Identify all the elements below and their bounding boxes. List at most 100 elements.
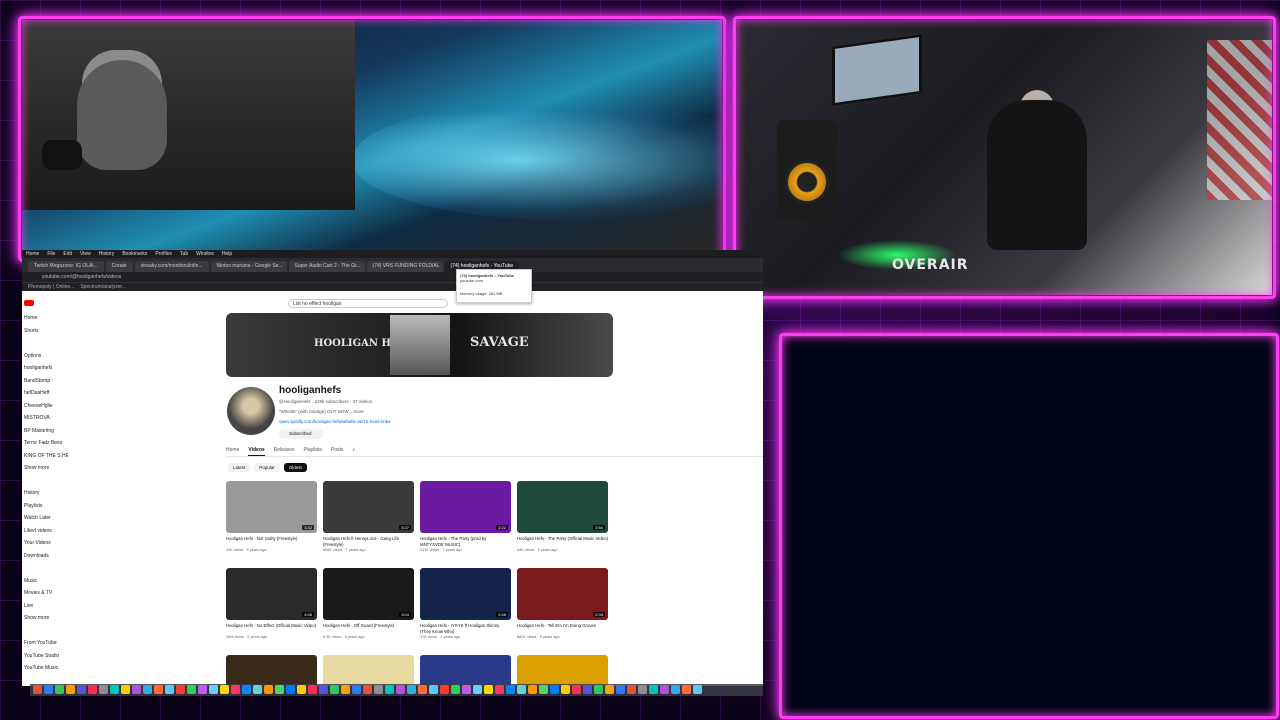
- video-card[interactable]: [226, 655, 317, 686]
- video-thumbnail[interactable]: 3:04: [323, 568, 414, 620]
- video-card[interactable]: 2:22 Hooligan Hefs - The Party (prod by M…: [420, 481, 511, 563]
- address-bar[interactable]: youtube.com/@hooliganhefs/videos: [22, 272, 763, 282]
- sidebar-item[interactable]: [22, 625, 68, 638]
- sidebar-item[interactable]: Liked videos: [22, 525, 68, 538]
- dock-app-icon[interactable]: [495, 685, 504, 694]
- video-title[interactable]: Hooligan Hefs - Tell Em I'm Doing Groves: [517, 623, 608, 634]
- video-thumbnail[interactable]: 4:06: [226, 568, 317, 620]
- dock-app-icon[interactable]: [429, 685, 438, 694]
- chip-popular[interactable]: Popular: [254, 463, 280, 472]
- sidebar-item[interactable]: Home: [22, 312, 68, 325]
- video-card[interactable]: 2:33 Hooligan Hefs - Tell Em I'm Doing Gr…: [517, 568, 608, 650]
- browser-tab[interactable]: Create: [105, 261, 133, 272]
- dock-app-icon[interactable]: [297, 685, 306, 694]
- dock-app-icon[interactable]: [121, 685, 130, 694]
- menubar-item[interactable]: Window: [196, 251, 214, 257]
- sidebar-item[interactable]: hefDaaHeff: [22, 387, 68, 400]
- video-card[interactable]: [517, 655, 608, 686]
- search-input[interactable]: List no effect hooligan: [288, 299, 448, 308]
- dock-app-icon[interactable]: [33, 685, 42, 694]
- sidebar-item[interactable]: YouTube Music: [22, 662, 68, 675]
- dock-app-icon[interactable]: [506, 685, 515, 694]
- sidebar-item[interactable]: BandStomp: [22, 375, 68, 388]
- dock-app-icon[interactable]: [154, 685, 163, 694]
- dock-app-icon[interactable]: [330, 685, 339, 694]
- video-card[interactable]: 3:42 Hooligan Hefs - Not Guilty (Freestyl…: [226, 481, 317, 563]
- dock-app-icon[interactable]: [649, 685, 658, 694]
- bookmark-item[interactable]: Phonopoly | Online...: [28, 284, 74, 290]
- video-title[interactable]: Hooligan Hefs - Off Guard (Freestyle): [323, 623, 414, 634]
- dock-app-icon[interactable]: [594, 685, 603, 694]
- dock-app-icon[interactable]: [616, 685, 625, 694]
- sidebar-item[interactable]: YouTube Studio: [22, 650, 68, 663]
- dock-app-icon[interactable]: [77, 685, 86, 694]
- dock-app-icon[interactable]: [682, 685, 691, 694]
- chip-oldest[interactable]: Oldest: [283, 463, 307, 472]
- browser-tab[interactable]: Nintoo mariana - Google Se...: [210, 261, 287, 272]
- video-thumbnail[interactable]: [323, 655, 414, 686]
- video-thumbnail[interactable]: [420, 655, 511, 686]
- dock-app-icon[interactable]: [550, 685, 559, 694]
- sidebar-item[interactable]: Music: [22, 575, 68, 588]
- sidebar-item[interactable]: Movies & TV: [22, 587, 68, 600]
- dock-app-icon[interactable]: [231, 685, 240, 694]
- menubar-item[interactable]: View: [80, 251, 91, 257]
- youtube-logo-icon[interactable]: [24, 300, 34, 306]
- tab-home[interactable]: Home: [226, 447, 239, 456]
- dock-app-icon[interactable]: [253, 685, 262, 694]
- dock-app-icon[interactable]: [341, 685, 350, 694]
- menubar-item[interactable]: Tab: [180, 251, 188, 257]
- dock-app-icon[interactable]: [132, 685, 141, 694]
- dock-app-icon[interactable]: [187, 685, 196, 694]
- dock-app-icon[interactable]: [110, 685, 119, 694]
- dock-app-icon[interactable]: [484, 685, 493, 694]
- sidebar-item[interactable]: [22, 475, 68, 488]
- dock-app-icon[interactable]: [165, 685, 174, 694]
- menubar-item[interactable]: Profiles: [155, 251, 172, 257]
- sidebar-item[interactable]: Shorts: [22, 325, 68, 338]
- video-thumbnail[interactable]: 2:48: [420, 568, 511, 620]
- video-card[interactable]: 4:06 Hooligan Hefs - No Effect (Official …: [226, 568, 317, 650]
- video-card[interactable]: 2:48 Hooligan Hefs - IYKYK ft Hooligan Sk…: [420, 568, 511, 650]
- tab-posts[interactable]: Posts: [331, 447, 344, 456]
- dock-app-icon[interactable]: [308, 685, 317, 694]
- video-thumbnail[interactable]: [517, 655, 608, 686]
- sidebar-item[interactable]: KING OF THE S.HE: [22, 450, 68, 463]
- sidebar-item[interactable]: Playlists: [22, 500, 68, 513]
- dock-app-icon[interactable]: [473, 685, 482, 694]
- menubar-item[interactable]: Bookmarks: [122, 251, 147, 257]
- menubar-item[interactable]: File: [47, 251, 55, 257]
- dock-app-icon[interactable]: [627, 685, 636, 694]
- video-thumbnail[interactable]: 2:33: [517, 568, 608, 620]
- dock-app-icon[interactable]: [275, 685, 284, 694]
- dock-app-icon[interactable]: [198, 685, 207, 694]
- sidebar-item[interactable]: MISTROVA: [22, 412, 68, 425]
- dock-app-icon[interactable]: [561, 685, 570, 694]
- video-title[interactable]: Hooligan Hefs - The Party (Official Musi…: [517, 536, 608, 547]
- dock-app-icon[interactable]: [242, 685, 251, 694]
- video-title[interactable]: Hooligan Hefs - Not Guilty (Freestyle): [226, 536, 317, 547]
- dock-app-icon[interactable]: [99, 685, 108, 694]
- dock-app-icon[interactable]: [583, 685, 592, 694]
- video-thumbnail[interactable]: 3:27: [323, 481, 414, 533]
- video-card[interactable]: 3:27 Hooligan Hefs ft HennyLoca - Gang Li…: [323, 481, 414, 563]
- dock-app-icon[interactable]: [88, 685, 97, 694]
- dock-app-icon[interactable]: [374, 685, 383, 694]
- video-title[interactable]: Hooligan Hefs - The Party (prod by MNTYS…: [420, 536, 511, 547]
- video-card[interactable]: [420, 655, 511, 686]
- chip-latest[interactable]: Latest: [228, 463, 251, 472]
- dock-app-icon[interactable]: [352, 685, 361, 694]
- dock-app-icon[interactable]: [440, 685, 449, 694]
- dock-app-icon[interactable]: [209, 685, 218, 694]
- video-card[interactable]: 3:04 Hooligan Hefs - Off Guard (Freestyle…: [323, 568, 414, 650]
- dock-app-icon[interactable]: [671, 685, 680, 694]
- dock-app-icon[interactable]: [44, 685, 53, 694]
- sidebar-item[interactable]: Terror Fadz Beez: [22, 437, 68, 450]
- sidebar-item[interactable]: [22, 337, 68, 350]
- dock-app-icon[interactable]: [55, 685, 64, 694]
- sidebar-item[interactable]: Show more: [22, 612, 68, 625]
- video-thumbnail[interactable]: 3:42: [226, 481, 317, 533]
- menubar-item[interactable]: Home: [26, 251, 39, 257]
- browser-tab[interactable]: (74) VRS FUNDING FOLDIAL: [366, 261, 443, 272]
- browser-tab[interactable]: Super Audio Cart 2 - The Gr...: [288, 261, 365, 272]
